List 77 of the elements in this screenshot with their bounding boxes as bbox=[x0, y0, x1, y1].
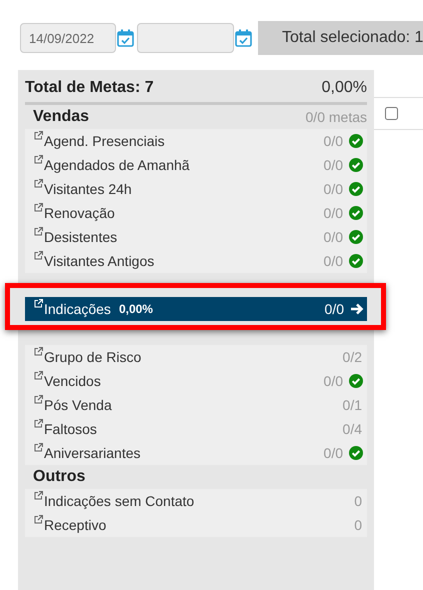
goal-row[interactable]: Indicações 0,00% 0/0 bbox=[25, 297, 367, 321]
check-circle-icon bbox=[349, 254, 363, 268]
goal-label: Indicações bbox=[44, 300, 111, 319]
row-checkbox[interactable] bbox=[385, 107, 398, 120]
goal-label: Aniversariantes bbox=[44, 444, 140, 462]
external-link-icon bbox=[34, 155, 43, 164]
goal-label: Indicações sem Contato bbox=[44, 492, 194, 511]
goal-count: 0/0 bbox=[324, 228, 343, 246]
goal-row[interactable]: Grupo de Risco 0/2 bbox=[25, 345, 367, 369]
goal-label: Agend. Presenciais bbox=[44, 132, 165, 151]
goal-row[interactable]: Agend. Presenciais 0/0 bbox=[25, 129, 367, 153]
check-circle-icon bbox=[349, 134, 363, 148]
goal-count: 0/4 bbox=[342, 420, 362, 438]
goal-row[interactable]: Aniversariantes 0/0 bbox=[25, 441, 367, 465]
goal-row[interactable]: Faltosos 0/4 bbox=[25, 417, 367, 441]
external-link-icon bbox=[34, 491, 43, 500]
goal-row[interactable]: Receptivo 0 bbox=[25, 513, 367, 537]
external-link-icon bbox=[34, 515, 43, 524]
external-link-icon bbox=[34, 347, 43, 356]
panel-percent: 0,00% bbox=[322, 78, 367, 98]
section-title: Outros bbox=[33, 467, 86, 487]
goal-count: 0/2 bbox=[342, 348, 362, 366]
check-circle-icon bbox=[349, 206, 363, 220]
goal-row[interactable]: Renovação 0/0 bbox=[25, 201, 367, 225]
external-link-icon bbox=[34, 203, 43, 212]
panel-title: Total de Metas: 7 bbox=[25, 78, 154, 98]
calendar-icon[interactable] bbox=[235, 29, 252, 47]
goal-label: Vencidos bbox=[44, 372, 101, 390]
goal-label: Faltosos bbox=[44, 420, 97, 438]
goal-count: 0/1 bbox=[342, 396, 362, 414]
external-link-icon bbox=[34, 395, 43, 404]
goal-count: 0/0 bbox=[324, 156, 343, 174]
goal-row[interactable]: Pós Venda 0/1 bbox=[25, 393, 367, 417]
check-circle-icon bbox=[349, 446, 363, 460]
date-field[interactable]: 14/09/2022 bbox=[20, 23, 116, 53]
goal-percent: 0,00% bbox=[118, 301, 153, 318]
external-link-icon bbox=[34, 419, 43, 428]
check-circle-icon bbox=[349, 158, 363, 172]
total-selected-bar: Total selecionado: 1 bbox=[258, 21, 423, 55]
goal-row[interactable]: Agendados de Amanhã 0/0 bbox=[25, 153, 367, 177]
goal-count: 0/0 bbox=[324, 444, 343, 462]
external-link-icon bbox=[34, 299, 43, 308]
goal-row[interactable]: Visitantes 24h 0/0 bbox=[25, 177, 367, 201]
goal-label: Desistentes bbox=[44, 228, 118, 246]
goal-count: 0 bbox=[354, 492, 362, 510]
goal-label: Visitantes 24h bbox=[44, 180, 132, 198]
goal-count: 0/0 bbox=[324, 300, 344, 318]
section-count: 0/0 metas bbox=[306, 108, 367, 126]
external-link-icon bbox=[34, 443, 43, 452]
external-link-icon bbox=[34, 131, 43, 140]
goal-count: 0/0 bbox=[324, 180, 343, 198]
check-circle-icon bbox=[349, 230, 363, 244]
external-link-icon bbox=[34, 227, 43, 236]
goal-count: 0/0 bbox=[324, 204, 343, 222]
goal-row[interactable]: Indicações sem Contato 0 bbox=[25, 489, 367, 513]
goal-row[interactable]: Vencidos 0/0 bbox=[25, 369, 367, 393]
goal-count: 0/0 bbox=[324, 132, 343, 150]
goal-count: 0/0 bbox=[324, 372, 343, 390]
goal-label: Visitantes Antigos bbox=[44, 252, 154, 271]
goal-row[interactable]: Desistentes 0/0 bbox=[25, 225, 367, 249]
date-field[interactable] bbox=[137, 23, 234, 53]
goal-count: 0 bbox=[354, 516, 362, 534]
goal-label: Pós Venda bbox=[44, 396, 112, 414]
goal-label: Grupo de Risco bbox=[44, 348, 142, 367]
calendar-icon[interactable] bbox=[117, 29, 134, 47]
arrow-right-icon bbox=[350, 302, 364, 316]
goal-row[interactable]: Visitantes Antigos 0/0 bbox=[25, 249, 367, 273]
external-link-icon bbox=[34, 371, 43, 380]
external-link-icon bbox=[34, 179, 43, 188]
external-link-icon bbox=[34, 251, 43, 260]
check-circle-icon bbox=[349, 374, 363, 388]
check-circle-icon bbox=[349, 182, 363, 196]
section-title: Vendas bbox=[33, 107, 90, 127]
goal-label: Receptivo bbox=[44, 516, 106, 535]
goal-label: Renovação bbox=[44, 204, 115, 223]
goal-count: 0/0 bbox=[324, 252, 343, 270]
goal-label: Agendados de Amanhã bbox=[44, 156, 190, 175]
